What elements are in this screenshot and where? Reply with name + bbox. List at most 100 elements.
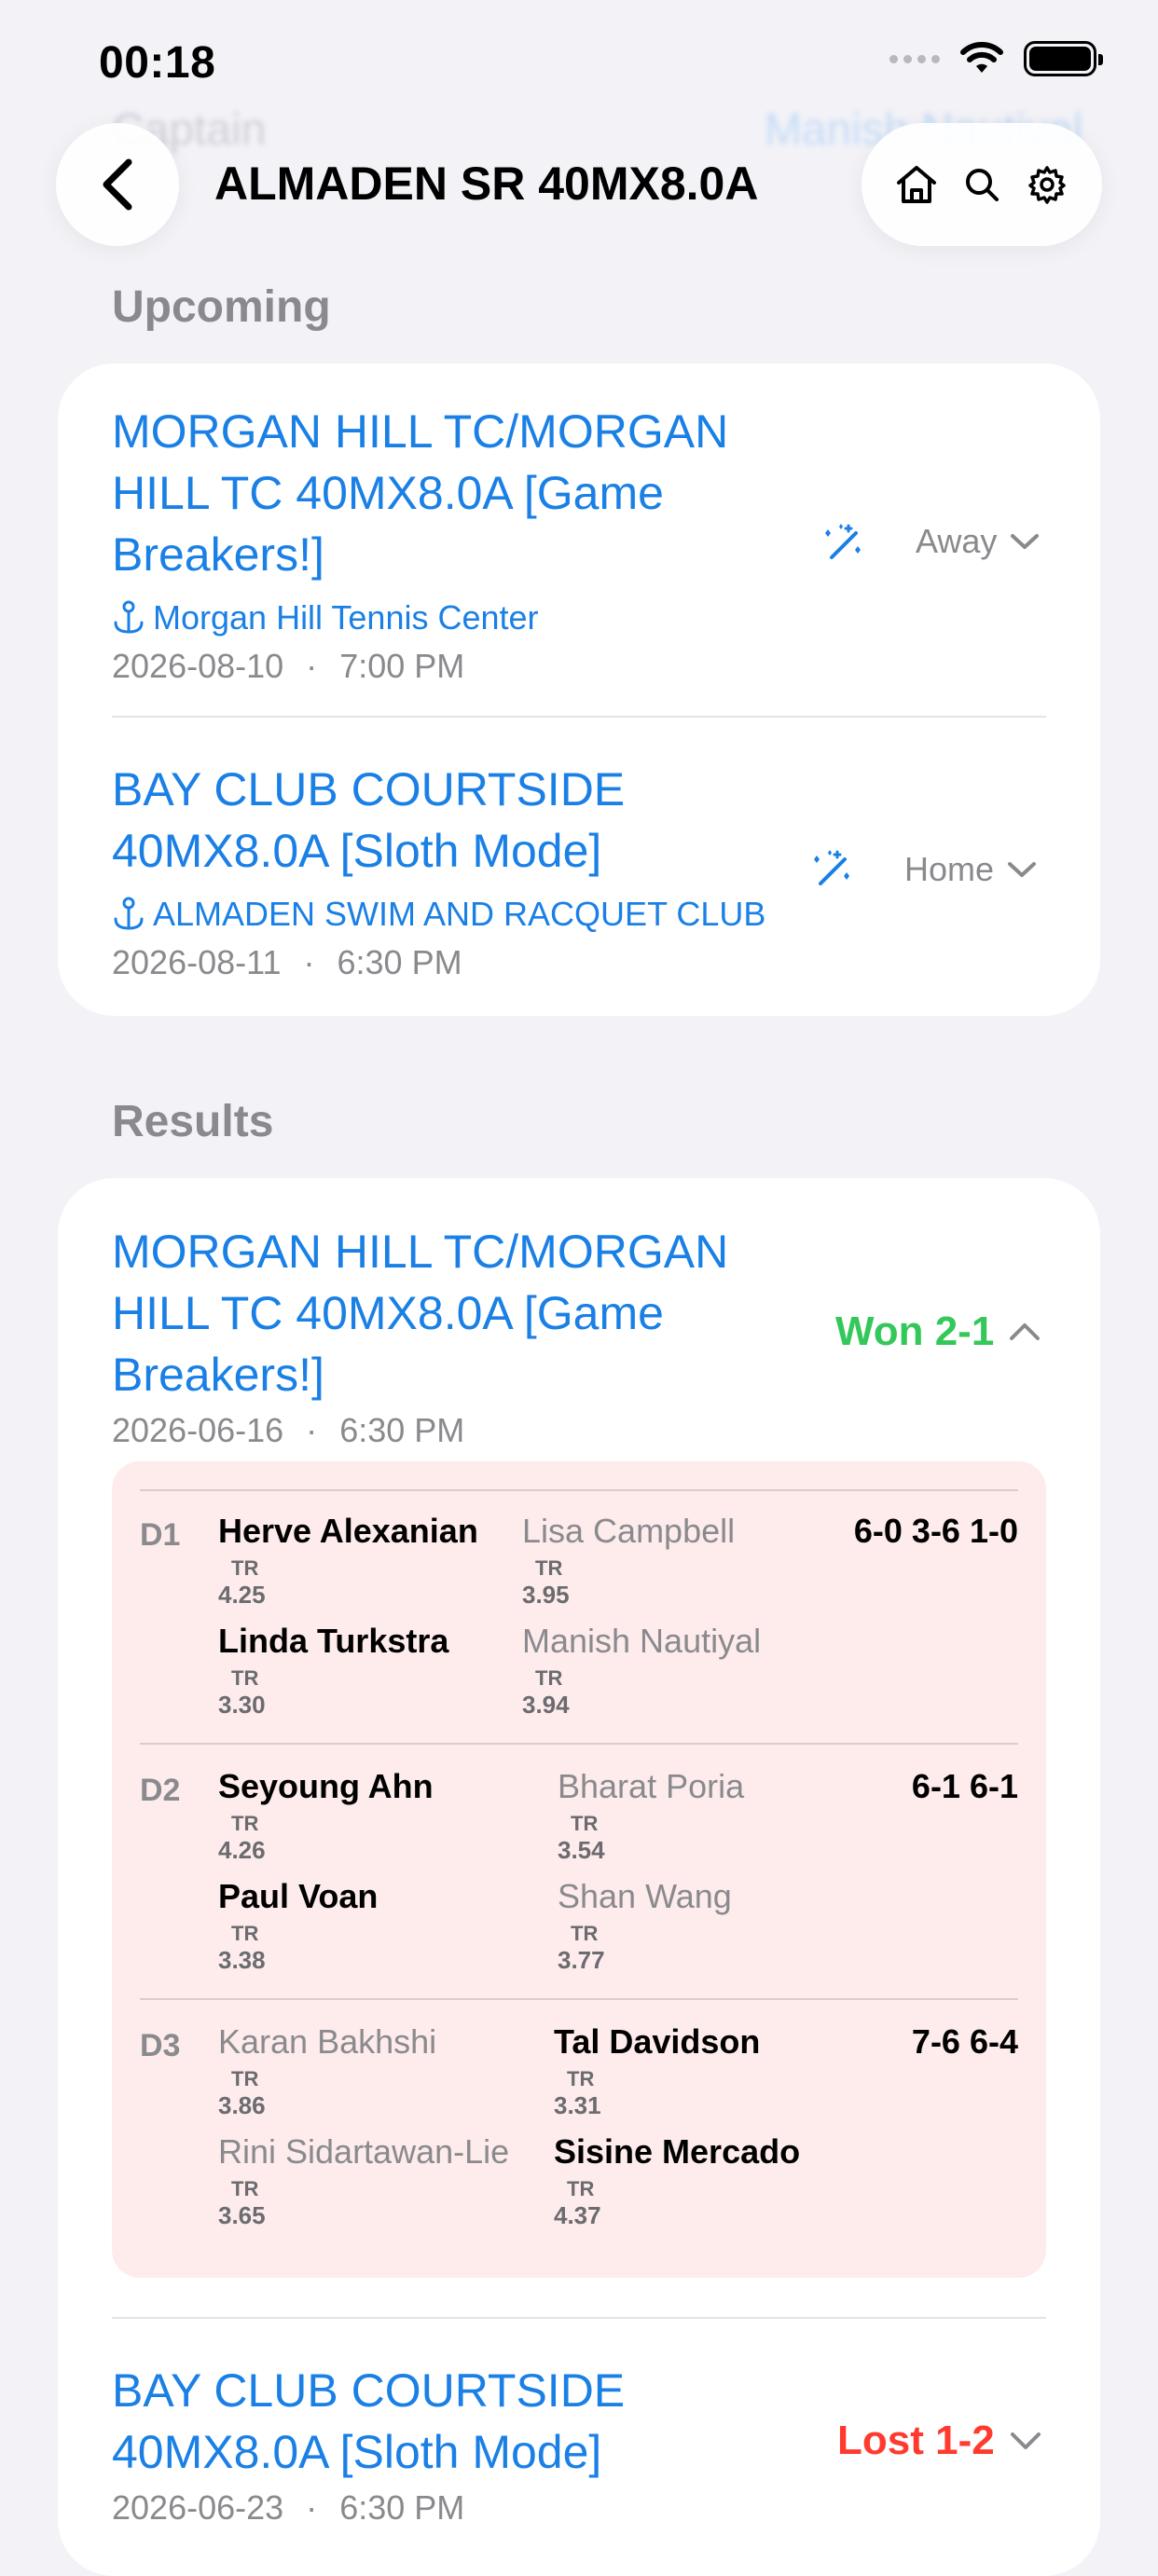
player-cell: Sisine Mercado TR 4.37 xyxy=(554,2132,800,2230)
battery-icon xyxy=(1024,41,1103,76)
tr-label: TR xyxy=(231,1922,259,1945)
tr-label: TR xyxy=(231,1556,259,1580)
match-title[interactable]: BAY CLUB COURTSIDE 40MX8.0A [Sloth Mode] xyxy=(112,759,839,882)
result-match-2[interactable]: BAY CLUB COURTSIDE 40MX8.0A [Sloth Mode]… xyxy=(112,2360,839,2528)
upcoming-section-title: Upcoming xyxy=(112,282,331,332)
home-icon xyxy=(897,166,936,203)
location-pin-icon xyxy=(114,600,144,634)
tr-value: 4.25 xyxy=(218,1581,266,1609)
player-cell: Manish Nautiyal TR 3.94 xyxy=(522,1622,761,1720)
line-score: 6-0 3-6 1-0 xyxy=(853,1512,1018,1550)
player-name: Manish Nautiyal xyxy=(522,1622,762,1660)
player-cell: Bharat Poria TR 3.54 xyxy=(558,1767,744,1865)
divider xyxy=(112,716,1046,718)
line-divider xyxy=(140,1489,1018,1491)
tr-value: 3.86 xyxy=(218,2091,266,2119)
upcoming-card: MORGAN HILL TC/MORGAN HILL TC 40MX8.0A [… xyxy=(58,363,1100,1016)
chevron-down-icon xyxy=(1010,2432,1041,2449)
player-name: Tal Davidson xyxy=(554,2022,761,2061)
search-button[interactable] xyxy=(954,157,1010,212)
tr-value: 3.94 xyxy=(522,1691,570,1719)
home-button[interactable] xyxy=(889,157,944,212)
result-match-1[interactable]: MORGAN HILL TC/MORGAN HILL TC 40MX8.0A [… xyxy=(112,1221,820,1450)
player-name: Bharat Poria xyxy=(558,1767,745,1805)
page-title: ALMADEN SR 40MX8.0A xyxy=(214,158,759,210)
player-name: Shan Wang xyxy=(558,1877,732,1915)
divider xyxy=(112,2317,1046,2319)
score-breakdown: D1 Herve Alexanian TR 4.25 Linda Turkstr… xyxy=(112,1461,1046,2278)
player-name: Linda Turkstra xyxy=(218,1622,449,1660)
line-score: 7-6 6-4 xyxy=(911,2022,1018,2061)
magic-wand-icon[interactable] xyxy=(820,520,867,567)
settings-button[interactable] xyxy=(1019,157,1075,212)
tr-label: TR xyxy=(535,1556,563,1580)
result-outcome: Won 2-1 xyxy=(835,1309,995,1354)
tr-label: TR xyxy=(231,2067,259,2090)
player-name: Seyoung Ahn xyxy=(218,1767,434,1805)
player-name: Karan Bakhshi xyxy=(218,2022,437,2061)
tr-value: 3.31 xyxy=(554,2091,601,2119)
status-time: 00:18 xyxy=(99,38,216,88)
tr-label: TR xyxy=(567,2177,595,2200)
nav-actions xyxy=(862,123,1102,246)
away-home-select[interactable]: Away xyxy=(916,522,1040,561)
tr-value: 4.37 xyxy=(554,2201,601,2229)
tr-value: 3.65 xyxy=(218,2201,266,2229)
tr-label: TR xyxy=(231,1666,259,1690)
player-name: Paul Voan xyxy=(218,1877,379,1915)
match-datetime: 2026-08-11 · 6:30 PM xyxy=(112,943,462,981)
signal-icon xyxy=(889,54,940,63)
player-cell: Karan Bakhshi TR 3.86 xyxy=(218,2022,436,2120)
result-outcome: Lost 1-2 xyxy=(837,2418,995,2463)
tr-label: TR xyxy=(231,1812,259,1835)
line-row-d2: D2 Seyoung Ahn TR 4.26 Paul Voan TR 3.38… xyxy=(112,1767,1046,2000)
match-datetime: 2026-06-23 · 6:30 PM xyxy=(112,2488,465,2527)
chevron-up-icon xyxy=(1010,1323,1041,1340)
venue-link[interactable]: Morgan Hill Tennis Center xyxy=(112,598,820,637)
magic-wand-icon[interactable] xyxy=(809,846,856,893)
match-title[interactable]: MORGAN HILL TC/MORGAN HILL TC 40MX8.0A [… xyxy=(112,401,820,585)
player-name: Herve Alexanian xyxy=(218,1512,478,1550)
search-icon xyxy=(966,169,999,201)
result-toggle[interactable]: Lost 1-2 xyxy=(837,2418,1041,2464)
results-section-title: Results xyxy=(112,1097,274,1146)
gear-icon xyxy=(1028,166,1066,204)
tr-value: 4.26 xyxy=(218,1836,266,1864)
player-cell: Tal Davidson TR 3.31 xyxy=(554,2022,760,2120)
tr-label: TR xyxy=(571,1922,599,1945)
tr-value: 3.30 xyxy=(218,1691,266,1719)
line-divider xyxy=(140,1743,1018,1745)
line-code: D1 xyxy=(140,1517,181,1553)
match-title[interactable]: BAY CLUB COURTSIDE 40MX8.0A [Sloth Mode] xyxy=(112,2360,839,2483)
player-name: Sisine Mercado xyxy=(554,2132,801,2171)
wifi-icon xyxy=(960,42,1003,73)
tr-value: 3.54 xyxy=(558,1836,605,1864)
player-cell: Seyoung Ahn TR 4.26 xyxy=(218,1767,434,1865)
player-cell: Herve Alexanian TR 4.25 xyxy=(218,1512,478,1610)
tr-value: 3.77 xyxy=(558,1946,605,1974)
tr-label: TR xyxy=(567,2067,595,2090)
location-pin-icon xyxy=(114,897,144,930)
match-datetime: 2026-08-10 · 7:00 PM xyxy=(112,647,465,685)
player-cell: Paul Voan TR 3.38 xyxy=(218,1877,378,1975)
line-code: D3 xyxy=(140,2028,181,2063)
venue-link[interactable]: ALMADEN SWIM AND RACQUET CLUB xyxy=(112,895,839,934)
tr-label: TR xyxy=(571,1812,599,1835)
back-button[interactable] xyxy=(56,123,179,246)
tr-label: TR xyxy=(535,1666,563,1690)
player-cell: Rini Sidartawan-Lie TR 3.65 xyxy=(218,2132,509,2230)
result-toggle[interactable]: Won 2-1 xyxy=(835,1309,1041,1355)
line-score: 6-1 6-1 xyxy=(911,1767,1018,1805)
match-title[interactable]: MORGAN HILL TC/MORGAN HILL TC 40MX8.0A [… xyxy=(112,1221,820,1405)
upcoming-match-2[interactable]: BAY CLUB COURTSIDE 40MX8.0A [Sloth Mode]… xyxy=(112,759,839,982)
upcoming-match-1[interactable]: MORGAN HILL TC/MORGAN HILL TC 40MX8.0A [… xyxy=(112,401,820,686)
player-name: Rini Sidartawan-Lie xyxy=(218,2132,510,2171)
status-icons xyxy=(889,41,1103,76)
chevron-down-icon xyxy=(1011,534,1040,549)
player-name: Lisa Campbell xyxy=(522,1512,736,1550)
match-datetime: 2026-06-16 · 6:30 PM xyxy=(112,1411,465,1449)
chevron-left-icon xyxy=(103,158,132,211)
tr-value: 3.38 xyxy=(218,1946,266,1974)
away-home-select[interactable]: Home xyxy=(904,850,1037,889)
player-cell: Shan Wang TR 3.77 xyxy=(558,1877,732,1975)
